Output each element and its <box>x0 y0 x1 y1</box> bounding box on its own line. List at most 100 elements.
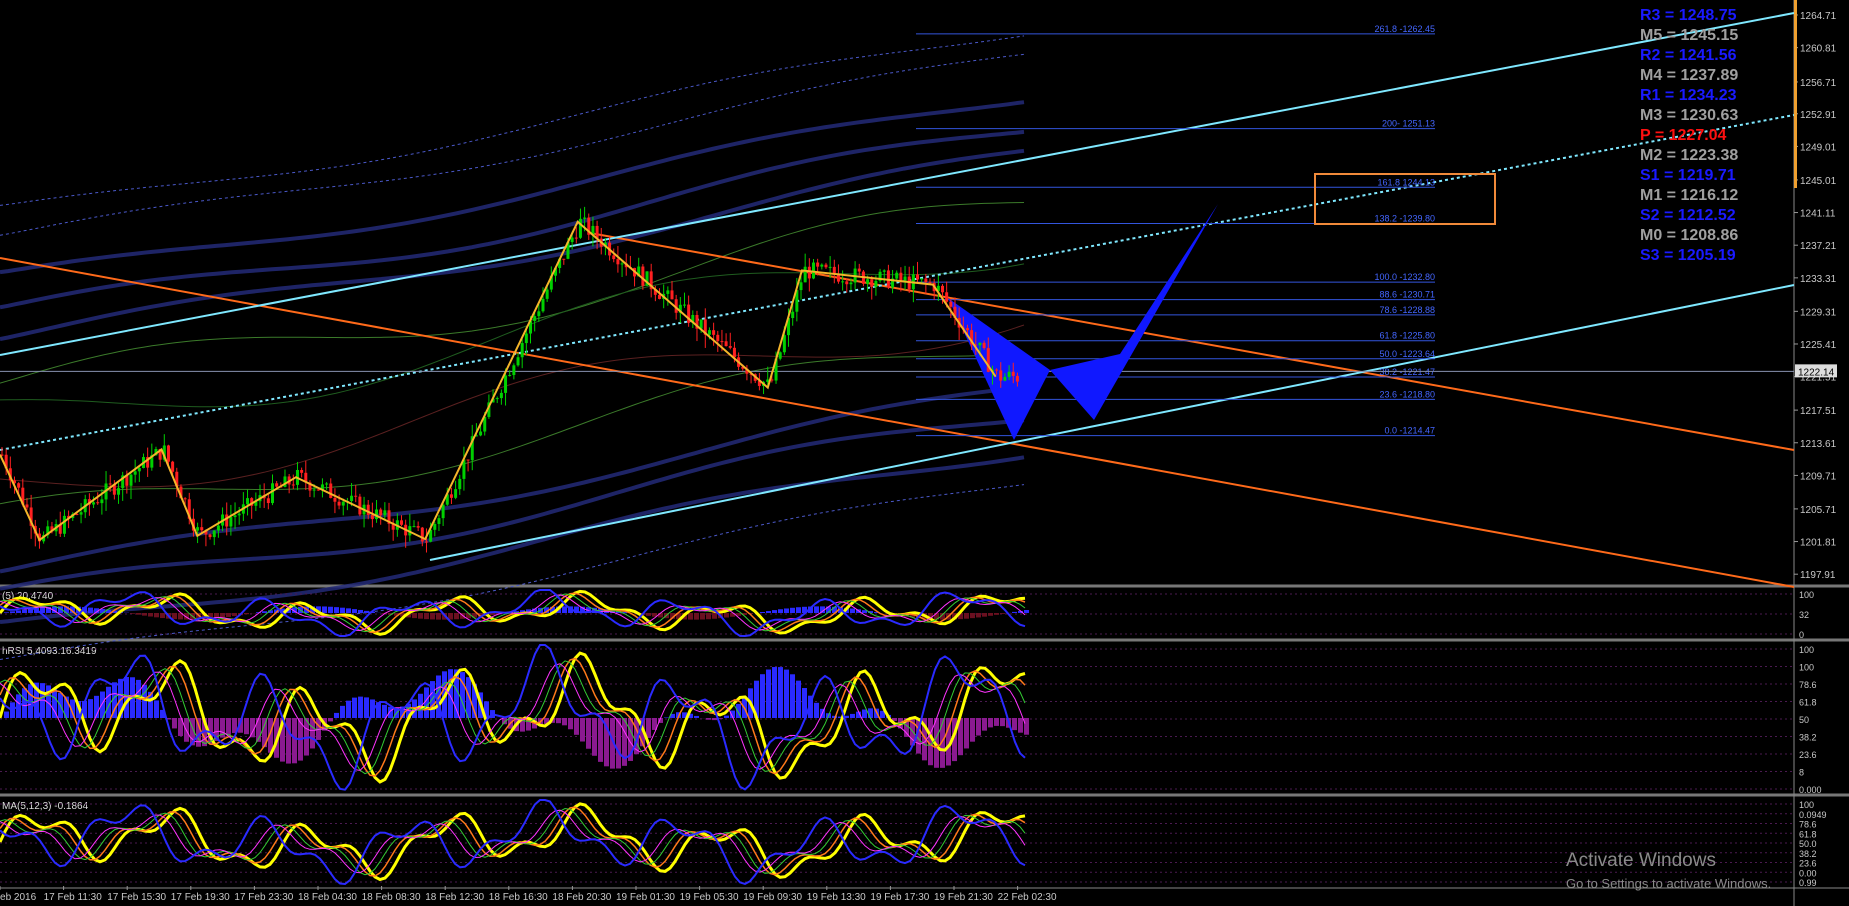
oscillator-tick-label: 32 <box>1799 610 1809 620</box>
candle-body <box>728 346 732 348</box>
candle-body <box>133 471 137 475</box>
histogram-bar <box>694 715 699 718</box>
candle-body <box>412 526 416 528</box>
candle-body <box>916 274 920 280</box>
oscillator-tick-label: 8 <box>1799 768 1804 778</box>
candle-body <box>166 445 170 462</box>
histogram-bar <box>790 607 795 613</box>
histogram-bar <box>976 718 981 736</box>
histogram-bar <box>244 613 249 615</box>
price-tick-label: 1237.21 <box>1800 241 1837 252</box>
histogram-bar <box>562 606 567 613</box>
candle-body <box>275 483 279 487</box>
chart-canvas: 261.8 -1262.45 200- 1251.13 161.8 1244.13 1… <box>0 0 1849 906</box>
candle-body <box>454 489 458 498</box>
pivot-level: M3 = 1230.63 <box>1640 107 1739 124</box>
oscillator-tick-label: 78.6 <box>1799 820 1817 830</box>
histogram-bar <box>964 613 969 619</box>
histogram-bar <box>1012 611 1017 613</box>
histogram-bar <box>790 674 795 718</box>
candle-body <box>874 280 878 287</box>
candle-body <box>233 515 237 518</box>
candle-body <box>366 504 370 515</box>
envelope-band <box>0 418 1025 591</box>
time-tick-label: 18 Feb 16:30 <box>489 892 548 903</box>
time-tick-label: 19 Feb 09:30 <box>743 892 802 903</box>
histogram-bar <box>430 613 435 620</box>
histogram-bar <box>358 609 363 613</box>
pivot-level: M1 = 1216.12 <box>1640 187 1739 204</box>
candle-body <box>778 352 782 359</box>
time-tick-label: 19 Feb 13:30 <box>807 892 866 903</box>
candle-body <box>866 279 870 284</box>
candle-body <box>732 347 736 358</box>
candle-body <box>208 534 212 538</box>
histogram-bar <box>994 718 999 726</box>
candle-body <box>924 278 928 283</box>
candle-body <box>237 513 241 516</box>
candle-body <box>1007 371 1011 377</box>
candle-body <box>441 504 445 519</box>
candle-body <box>903 276 907 281</box>
candle-body <box>200 527 204 531</box>
histogram-bar <box>352 609 357 613</box>
histogram-bar <box>766 611 771 613</box>
candle-body <box>196 527 200 531</box>
histogram-bar <box>418 613 423 619</box>
candle-body <box>333 497 337 502</box>
dotted-band <box>0 53 1025 236</box>
histogram-bar <box>328 718 333 722</box>
candle-body <box>137 467 141 472</box>
time-tick-label: 17 Feb 11:30 <box>44 892 103 903</box>
fibonacci-levels: 261.8 -1262.45 200- 1251.13 161.8 1244.13 1… <box>0 24 1794 437</box>
candle-body <box>520 343 524 358</box>
candle-body <box>562 258 566 260</box>
candle-body <box>354 495 358 497</box>
histogram-bar <box>346 608 351 613</box>
histogram-bar <box>706 718 711 720</box>
histogram-bar <box>142 613 147 616</box>
candle-body <box>225 514 229 527</box>
envelope-band <box>0 148 1025 341</box>
histogram-bar <box>964 718 969 749</box>
candle-body <box>803 266 807 283</box>
histogram-bar <box>976 613 981 618</box>
price-tick-label: 1217.51 <box>1800 406 1837 417</box>
histogram-bar <box>772 667 777 718</box>
candle-body <box>416 526 420 528</box>
histogram-bar <box>10 702 15 718</box>
cyan-channel-upper <box>0 12 1795 356</box>
candle-body <box>940 285 944 293</box>
candle-body <box>707 330 711 335</box>
candle-body <box>108 483 112 485</box>
oscillator-tick-label: 100 <box>1799 590 1814 600</box>
candle-body <box>17 483 21 488</box>
oscillator-tick-label: 23.6 <box>1799 750 1817 760</box>
windows-activation-watermark: Activate Windows Go to Settings to activ… <box>1566 850 1771 891</box>
time-tick-label: 17 Feb 15:30 <box>107 892 166 903</box>
price-tick-label: 1229.31 <box>1800 307 1837 318</box>
oscillator-label: MA(5,12,3) -0.1864 <box>2 801 89 812</box>
time-tick-label: 18 Feb 20:30 <box>552 892 611 903</box>
histogram-bar <box>724 613 729 618</box>
price-tick-label: 1225.41 <box>1800 340 1837 351</box>
histogram-bar <box>286 718 291 764</box>
candle-body <box>570 237 574 243</box>
histogram-bar <box>994 613 999 615</box>
candle-body <box>820 264 824 267</box>
oscillator-tick-label: 0.0949 <box>1799 810 1827 820</box>
histogram-bar <box>382 704 387 718</box>
fib-level-label: 200- 1251.13 <box>1382 119 1435 129</box>
fib-level-label: 161.8 1244.13 <box>1377 177 1435 187</box>
histogram-bar <box>226 718 231 735</box>
candle-body <box>616 259 620 265</box>
candle-body <box>1011 371 1015 376</box>
histogram-bar <box>334 712 339 718</box>
price-tick-label: 1252.91 <box>1800 110 1837 121</box>
candle-body <box>720 341 724 343</box>
histogram-bar <box>586 718 591 749</box>
oscillator-tick-label: 100 <box>1799 663 1814 673</box>
histogram-bar <box>1024 718 1029 735</box>
pivot-level: R1 = 1234.23 <box>1640 87 1737 104</box>
histogram-bar <box>1024 610 1029 613</box>
